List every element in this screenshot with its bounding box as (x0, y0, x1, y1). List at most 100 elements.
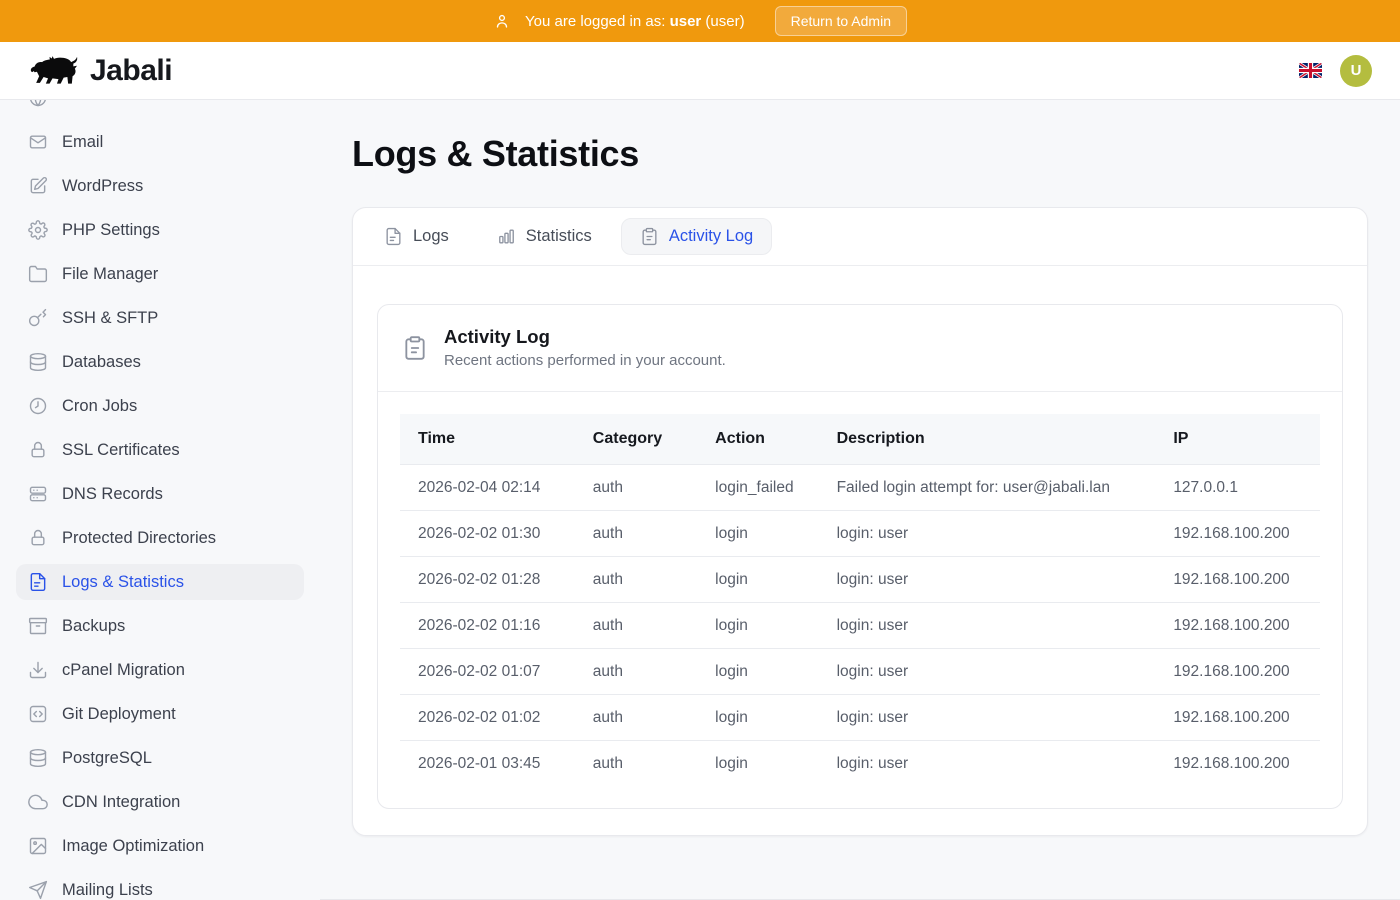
cell-time: 2026-02-02 01:28 (400, 557, 575, 603)
impersonated-username: user (670, 13, 702, 30)
sidebar-item-label: WordPress (62, 177, 143, 196)
cell-time: 2026-02-02 01:16 (400, 603, 575, 649)
table-row: 2026-02-02 01:07authloginlogin: user192.… (400, 649, 1320, 695)
file-text-icon (384, 227, 403, 246)
activity-log-card: Activity Log Recent actions performed in… (377, 304, 1343, 809)
return-to-admin-button[interactable]: Return to Admin (775, 6, 907, 36)
tab-statistics[interactable]: Statistics (478, 218, 611, 255)
language-flag-uk-icon[interactable] (1299, 63, 1322, 78)
sidebar-item-cron-jobs[interactable]: Cron Jobs (16, 388, 304, 424)
logs-panel: Logs Statistics Activity Log Activity Log … (352, 207, 1368, 836)
column-header-time: Time (400, 414, 575, 465)
key-icon (28, 308, 48, 328)
sidebar-item-email[interactable]: Email (16, 124, 304, 160)
sidebar-item-postgresql[interactable]: PostgreSQL (16, 740, 304, 776)
table-row: 2026-02-02 01:16authloginlogin: user192.… (400, 603, 1320, 649)
panel-content: Activity Log Recent actions performed in… (353, 266, 1367, 835)
sidebar-item-label: PostgreSQL (62, 749, 152, 768)
cell-description: login: user (819, 511, 1156, 557)
sidebar-item-label: Image Optimization (62, 837, 204, 856)
sidebar-item-label: Mailing Lists (62, 881, 153, 900)
tab-label: Activity Log (669, 227, 753, 246)
sidebar-item-mailing-lists[interactable]: Mailing Lists (16, 872, 304, 900)
download-icon (28, 660, 48, 680)
page-title: Logs & Statistics (352, 132, 1368, 175)
cloud-icon (28, 792, 48, 812)
sidebar-item-php-settings[interactable]: PHP Settings (16, 212, 304, 248)
cell-ip: 192.168.100.200 (1155, 557, 1320, 603)
sidebar-item-label: File Manager (62, 265, 158, 284)
lock-icon (28, 528, 48, 548)
card-title: Activity Log (444, 325, 726, 348)
cell-action: login (697, 511, 818, 557)
sidebar-item-label: Cron Jobs (62, 397, 137, 416)
sidebar-item-label: SSL Certificates (62, 441, 180, 460)
folder-icon (28, 264, 48, 284)
gear-icon (28, 220, 48, 240)
cell-description: login: user (819, 603, 1156, 649)
sidebar-item-label: SSH & SFTP (62, 309, 158, 328)
tab-strip: Logs Statistics Activity Log (353, 208, 1367, 266)
cell-time: 2026-02-02 01:07 (400, 649, 575, 695)
cell-ip: 192.168.100.200 (1155, 695, 1320, 741)
boar-logo-icon (28, 52, 80, 90)
code-icon (28, 704, 48, 724)
sidebar-item-ssl-certificates[interactable]: SSL Certificates (16, 432, 304, 468)
cell-category: auth (575, 695, 697, 741)
sidebar-item-cpanel-migration[interactable]: cPanel Migration (16, 652, 304, 688)
cell-ip: 192.168.100.200 (1155, 649, 1320, 695)
sidebar-item-label: CDN Integration (62, 793, 180, 812)
cell-description: login: user (819, 695, 1156, 741)
cell-time: 2026-02-01 03:45 (400, 741, 575, 787)
user-avatar[interactable]: U (1340, 55, 1372, 87)
tab-activity-log[interactable]: Activity Log (621, 218, 772, 255)
cell-category: auth (575, 557, 697, 603)
table-row: 2026-02-02 01:02authloginlogin: user192.… (400, 695, 1320, 741)
sidebar-item-protected-directories[interactable]: Protected Directories (16, 520, 304, 556)
sidebar-item-cdn-integration[interactable]: CDN Integration (16, 784, 304, 820)
cell-action: login (697, 603, 818, 649)
cell-category: auth (575, 649, 697, 695)
file-text-icon (28, 572, 48, 592)
cell-description: login: user (819, 741, 1156, 787)
sidebar-item-wordpress[interactable]: WordPress (16, 168, 304, 204)
sidebar-item-label: cPanel Migration (62, 661, 185, 680)
database-icon (28, 352, 48, 372)
cell-time: 2026-02-02 01:30 (400, 511, 575, 557)
sidebar-item-file-manager[interactable]: File Manager (16, 256, 304, 292)
sidebar-item-label: PHP Settings (62, 221, 160, 240)
card-subtitle: Recent actions performed in your account… (444, 350, 726, 371)
cell-action: login (697, 695, 818, 741)
activity-table-wrapper: TimeCategoryActionDescriptionIP 2026-02-… (378, 392, 1342, 808)
impersonation-bar: You are logged in as: user (user) Return… (0, 0, 1400, 42)
cell-ip: 192.168.100.200 (1155, 511, 1320, 557)
clock-icon (28, 396, 48, 416)
sidebar-item-backups[interactable]: Backups (16, 608, 304, 644)
table-row: 2026-02-02 01:28authloginlogin: user192.… (400, 557, 1320, 603)
sidebar-item-dns-records[interactable]: DNS Records (16, 476, 304, 512)
image-icon (28, 836, 48, 856)
clipboard-icon (640, 227, 659, 246)
sidebar-item-logs-statistics[interactable]: Logs & Statistics (16, 564, 304, 600)
sidebar-item-image-optimization[interactable]: Image Optimization (16, 828, 304, 864)
table-header-row: TimeCategoryActionDescriptionIP (400, 414, 1320, 465)
sidebar-item-label: Backups (62, 617, 125, 636)
brand-logo[interactable]: Jabali (28, 52, 172, 90)
clipboard-icon (402, 335, 428, 361)
cell-description: Failed login attempt for: user@jabali.la… (819, 465, 1156, 511)
tab-logs[interactable]: Logs (365, 218, 468, 255)
sidebar-item-databases[interactable]: Databases (16, 344, 304, 380)
cell-category: auth (575, 603, 697, 649)
card-header: Activity Log Recent actions performed in… (378, 305, 1342, 392)
lock-icon (28, 440, 48, 460)
cell-action: login (697, 741, 818, 787)
mail-icon (28, 132, 48, 152)
activity-log-table: TimeCategoryActionDescriptionIP 2026-02-… (400, 414, 1320, 786)
cell-ip: 127.0.0.1 (1155, 465, 1320, 511)
table-row: 2026-02-04 02:14authlogin_failedFailed l… (400, 465, 1320, 511)
send-icon (28, 880, 48, 900)
sidebar-item-ssh-sftp[interactable]: SSH & SFTP (16, 300, 304, 336)
cell-category: auth (575, 465, 697, 511)
sidebar-item-git-deployment[interactable]: Git Deployment (16, 696, 304, 732)
table-row: 2026-02-01 03:45authloginlogin: user192.… (400, 741, 1320, 787)
